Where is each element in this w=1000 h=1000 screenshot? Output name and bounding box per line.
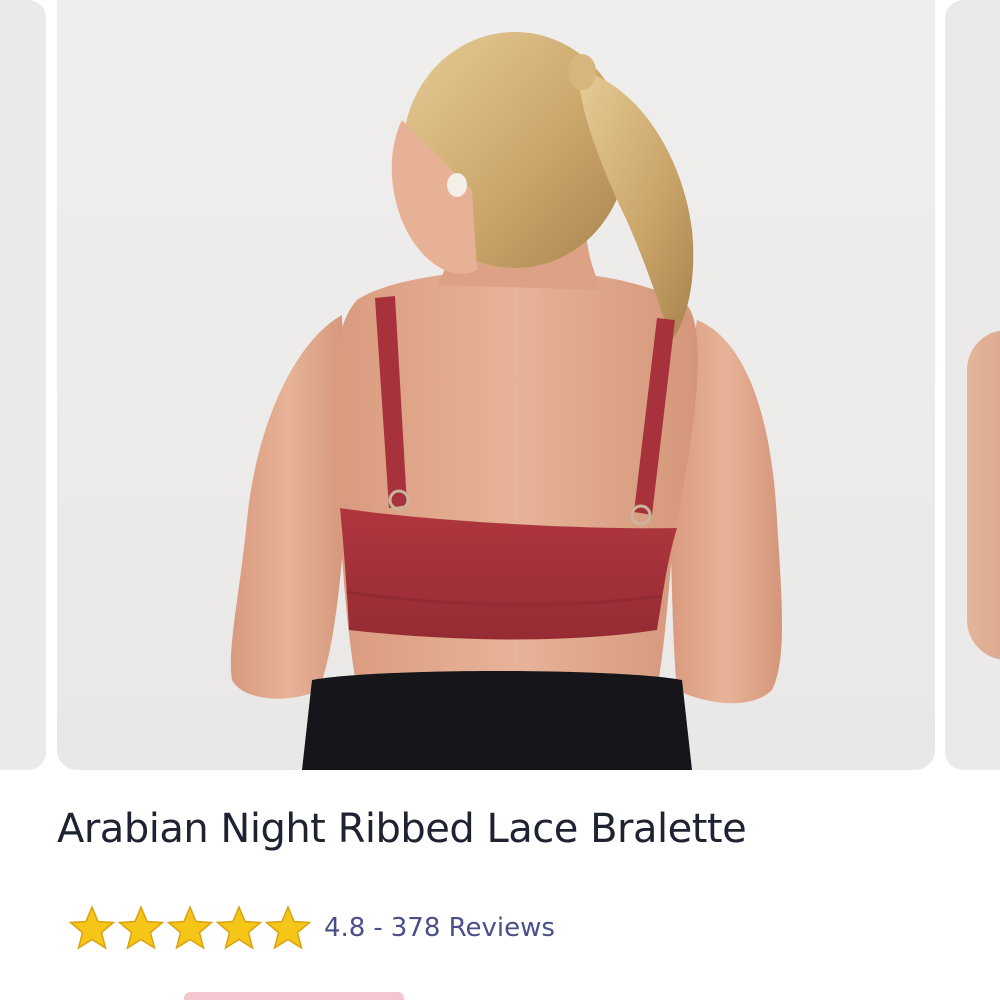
star-icon bbox=[264, 905, 312, 950]
product-photo bbox=[230, 32, 782, 770]
star-icon bbox=[215, 905, 263, 950]
next-slide-peek[interactable] bbox=[945, 0, 1000, 770]
previous-slide-peek[interactable] bbox=[0, 0, 46, 770]
product-page: Arabian Night Ribbed Lace Bralette 4.8 -… bbox=[0, 0, 1000, 1000]
rating-value: 4.8 bbox=[324, 913, 366, 943]
product-rating[interactable]: 4.8 - 378 Reviews bbox=[68, 904, 555, 952]
rating-summary: 4.8 - 378 Reviews bbox=[324, 913, 555, 943]
product-image-slide[interactable] bbox=[57, 0, 935, 770]
reviews-link[interactable]: 378 Reviews bbox=[391, 913, 555, 943]
sale-badge bbox=[184, 992, 404, 1000]
next-slide-image-fragment bbox=[967, 330, 1000, 660]
product-image-carousel[interactable] bbox=[0, 0, 1000, 772]
star-icon bbox=[68, 905, 116, 950]
star-icon bbox=[166, 905, 214, 950]
rating-separator: - bbox=[373, 913, 383, 943]
star-icon bbox=[117, 905, 165, 950]
price-row bbox=[60, 990, 420, 1000]
product-title: Arabian Night Ribbed Lace Bralette bbox=[57, 806, 747, 852]
rating-stars bbox=[68, 904, 312, 952]
